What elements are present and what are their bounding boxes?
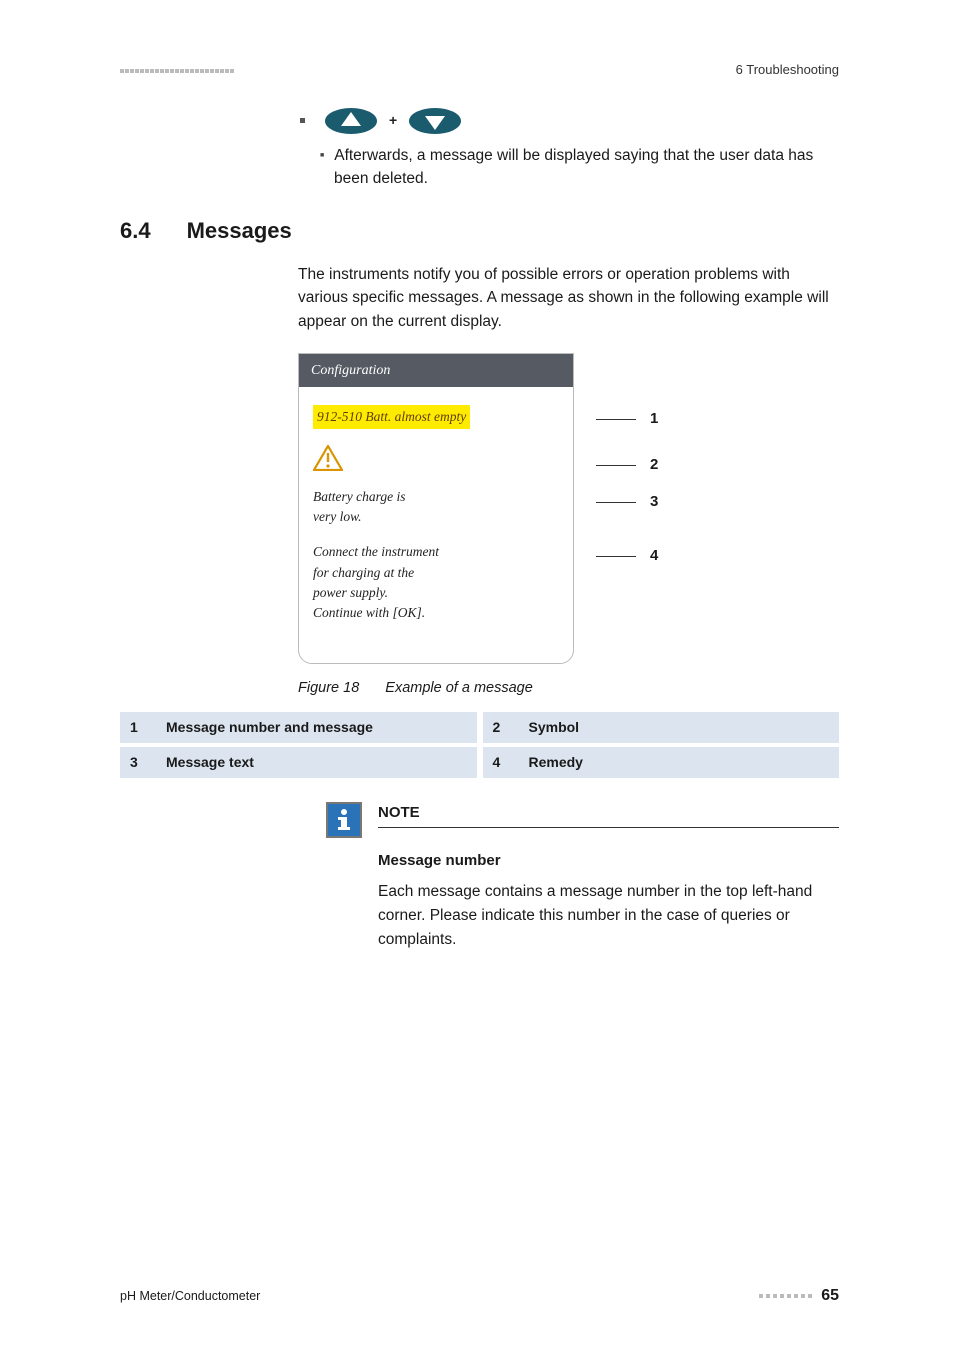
page-footer: pH Meter/Conductometer 65 <box>120 1284 839 1308</box>
header-dots <box>120 60 235 80</box>
figure-caption-text: Example of a message <box>385 680 533 696</box>
footer-product: pH Meter/Conductometer <box>120 1287 260 1306</box>
down-arrow-key-icon <box>407 106 463 136</box>
up-arrow-key-icon <box>323 106 379 136</box>
callout-2: 2 <box>650 454 658 477</box>
figure-label: Figure 18 <box>298 680 359 696</box>
legend-row-1: 1 Message number and message <box>120 712 477 743</box>
legend-text-4: Remedy <box>529 752 583 773</box>
message-text: Battery charge is very low. <box>313 487 559 526</box>
message-text-line2: very low. <box>313 509 361 524</box>
device-figure: Configuration 912-510 Batt. almost empty… <box>298 353 839 665</box>
section-title: Messages <box>187 214 292 247</box>
section-number: 6.4 <box>120 214 151 247</box>
message-text-line1: Battery charge is <box>313 489 405 504</box>
key-combo-row: + <box>300 106 839 136</box>
warning-triangle-icon <box>313 445 559 477</box>
section-intro: The instruments notify you of possible e… <box>298 263 839 333</box>
note-title: NOTE <box>378 802 839 828</box>
legend-text-2: Symbol <box>529 717 580 738</box>
legend-num-1: 1 <box>130 717 146 738</box>
remedy-line2: for charging at the <box>313 565 414 580</box>
remedy-line1: Connect the instrument <box>313 544 439 559</box>
legend-num-4: 4 <box>493 752 509 773</box>
message-code-highlight: 912-510 Batt. almost empty <box>313 405 470 429</box>
page-number: 65 <box>821 1284 839 1308</box>
figure-caption: Figure 18 Example of a message <box>298 678 839 700</box>
legend-row-2: 2 Symbol <box>483 712 840 743</box>
note-body: Each message contains a message number i… <box>378 880 839 952</box>
remedy-text: Connect the instrument for charging at t… <box>313 542 559 623</box>
callout-1: 1 <box>650 408 658 431</box>
device-screen: Configuration 912-510 Batt. almost empty… <box>298 353 574 665</box>
callout-numbers: 1 2 3 4 <box>596 353 658 568</box>
legend-text-3: Message text <box>166 752 254 773</box>
device-titlebar: Configuration <box>299 354 573 387</box>
legend-text-1: Message number and message <box>166 717 373 738</box>
callout-4: 4 <box>650 545 658 568</box>
legend-num-2: 2 <box>493 717 509 738</box>
device-body: 912-510 Batt. almost empty Battery charg… <box>299 387 573 664</box>
step-result-text: Afterwards, a message will be displayed … <box>320 144 839 191</box>
header-chapter: 6 Troubleshooting <box>736 60 839 80</box>
info-icon <box>326 802 362 838</box>
legend-table: 1 Message number and message 3 Message t… <box>120 712 839 782</box>
section-heading: 6.4 Messages <box>120 214 839 247</box>
legend-row-3: 3 Message text <box>120 747 477 778</box>
remedy-line4: Continue with [OK]. <box>313 605 425 620</box>
page-header: 6 Troubleshooting <box>120 60 839 80</box>
note-block: NOTE Message number Each message contain… <box>326 802 839 952</box>
callout-3: 3 <box>650 491 658 514</box>
legend-row-4: 4 Remedy <box>483 747 840 778</box>
note-subtitle: Message number <box>378 850 839 873</box>
bullet-icon <box>300 118 305 123</box>
remedy-line3: power supply. <box>313 585 388 600</box>
footer-right: 65 <box>759 1284 839 1308</box>
plus-symbol: + <box>389 110 397 131</box>
legend-num-3: 3 <box>130 752 146 773</box>
